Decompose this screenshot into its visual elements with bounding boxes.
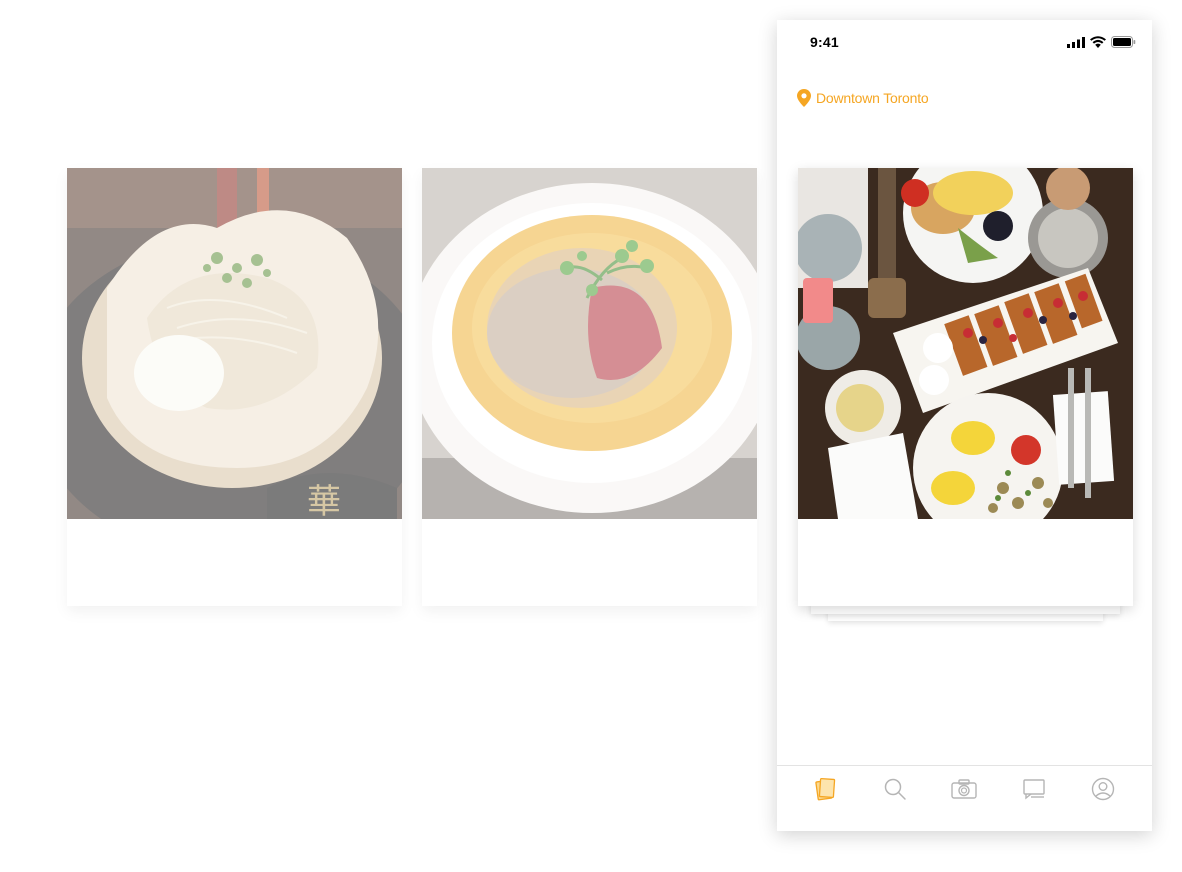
status-icons [1067, 36, 1136, 48]
ramen-bowl-photo: 華 [67, 168, 402, 519]
svg-text:華: 華 [307, 482, 341, 519]
status-bar: 9:41 [777, 20, 1152, 64]
tab-profile[interactable] [1081, 776, 1125, 802]
location-selector[interactable]: Downtown Toronto [797, 89, 929, 107]
food-card-ramen[interactable]: 華 [67, 168, 402, 606]
consomme-soup-photo [422, 168, 757, 519]
tab-messages[interactable] [1012, 776, 1056, 802]
phone-screen: 9:41 Downtown Toronto [777, 20, 1152, 831]
food-card-soup[interactable] [422, 168, 757, 606]
cards-icon [814, 777, 835, 801]
brunch-table-photo [798, 168, 1133, 519]
profile-icon [1092, 777, 1115, 801]
signal-icon [1067, 36, 1085, 48]
canvas: 華 9:41 Downtown Toronto [0, 0, 1182, 872]
wifi-icon [1090, 36, 1106, 48]
tab-camera[interactable] [942, 776, 986, 802]
tab-bar [777, 765, 1152, 831]
food-card-brunch[interactable] [798, 168, 1133, 606]
camera-icon [951, 779, 978, 799]
search-icon [884, 778, 906, 800]
tab-discover[interactable] [804, 776, 848, 802]
messages-icon [1023, 779, 1045, 800]
map-pin-icon [797, 89, 811, 107]
location-label: Downtown Toronto [816, 90, 929, 106]
battery-icon [1111, 36, 1136, 48]
tab-search[interactable] [873, 776, 917, 802]
status-time: 9:41 [810, 34, 839, 50]
